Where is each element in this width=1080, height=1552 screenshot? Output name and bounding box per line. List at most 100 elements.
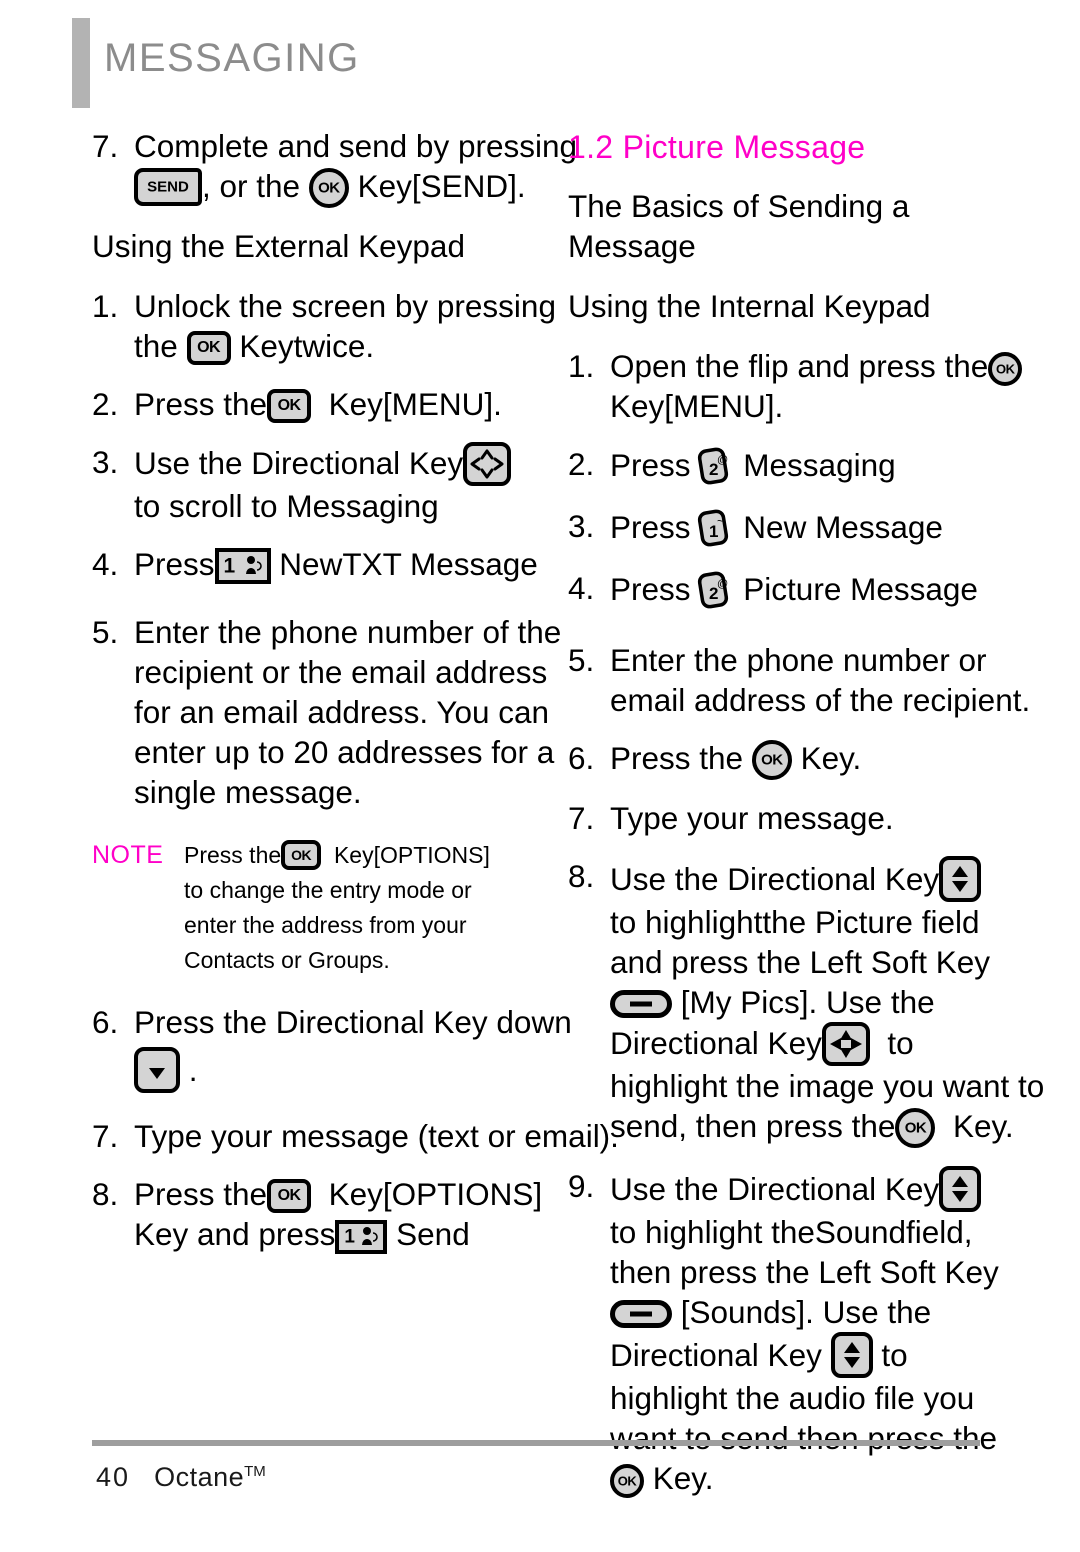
- step-text: Key and press: [134, 1216, 336, 1252]
- svg-text:@: @: [717, 578, 728, 590]
- ok-key-icon: OK: [895, 1108, 936, 1148]
- step-text: Key.: [652, 1460, 714, 1496]
- list-number: 7.: [92, 128, 119, 164]
- directional-key-updown-icon: [939, 856, 982, 902]
- step-line: highlight the image you want to: [610, 1068, 1045, 1104]
- step-text: Use the Directional Key: [134, 445, 464, 481]
- step-line: highlight the audio file you: [610, 1380, 975, 1416]
- step-text: Key: [328, 1176, 383, 1212]
- directional-key-4way-icon: [821, 1022, 870, 1066]
- list-number: 8.: [92, 1176, 119, 1212]
- step-line: to scroll to Messaging: [134, 486, 558, 526]
- step-text: Press: [610, 447, 691, 483]
- step-text: Messaging: [286, 488, 439, 524]
- step-text: New: [279, 546, 343, 582]
- step-line: Directional Key to: [610, 1332, 1038, 1378]
- step-line: Press 2 @ Messaging: [610, 444, 1038, 488]
- step-line: Press the OK Key[MENU].: [134, 384, 558, 424]
- step-text: Use the Directional Key: [610, 1171, 940, 1207]
- step-line: Open the flip and press the OK: [610, 346, 1038, 386]
- step-line: Press 1 ~ New Message: [610, 506, 1038, 550]
- step-line: Type your message (text or email).: [134, 1118, 619, 1154]
- step-line: Use the Directional Key: [610, 1166, 1038, 1212]
- numeric-key-2-icon: 2 @: [691, 568, 735, 612]
- step-line: Press 2 @ Picture Message: [610, 568, 1038, 612]
- left-column: 7. Complete and send by pressing SEND, o…: [92, 126, 619, 1272]
- step-line: [My Pics]. Use the: [610, 982, 1038, 1022]
- list-number: 7.: [568, 800, 595, 836]
- step-text: Press: [610, 571, 691, 607]
- ok-key-icon: OK: [281, 840, 322, 870]
- step-text: the: [134, 328, 178, 364]
- note-line: Press the OK Key[OPTIONS]: [184, 838, 558, 873]
- list-item: 7. Type your message (text or email).: [92, 1116, 619, 1156]
- step-text: to highlight the: [610, 1214, 815, 1250]
- step-line: OK Key.: [610, 1458, 1038, 1498]
- step-line: email address of the recipient.: [610, 682, 1031, 718]
- step-line: Press 1 NewTXT Message: [134, 544, 558, 584]
- step-line: Enter the phone number or: [610, 642, 987, 678]
- step-text: Key: [610, 388, 665, 424]
- step-text: the Picture field: [762, 904, 980, 940]
- list-number: 4.: [568, 570, 595, 606]
- note-text: Press the: [184, 842, 282, 868]
- list-item: 3. Use the Directional Key to scroll to …: [92, 442, 558, 526]
- step-line: want to send then press the: [610, 1420, 997, 1456]
- step-line: single message.: [134, 774, 362, 810]
- svg-text:~: ~: [717, 514, 724, 528]
- list-item: 4. Press 2 @ Picture Message: [568, 568, 1038, 612]
- list-item: 7. Complete and send by pressing SEND, o…: [92, 126, 577, 208]
- list-number: 5.: [568, 642, 595, 678]
- step-line: Directional Key to: [610, 1022, 1038, 1066]
- step-text: [Sounds].: [680, 1294, 814, 1330]
- heading-basics: The Basics of Sending a Message: [568, 188, 910, 264]
- step-text: Press the: [134, 1176, 268, 1212]
- step-text: [My Pics].: [680, 984, 818, 1020]
- step-text: Sound: [814, 1214, 906, 1250]
- step-line: for an email address. You can: [134, 694, 550, 730]
- list-item: 6. Press the Directional Key down .: [92, 1002, 572, 1098]
- step-text: [SEND].: [411, 168, 526, 204]
- note-label: NOTE: [92, 841, 164, 869]
- list-number: 2.: [568, 446, 595, 482]
- page-title: MESSAGING: [104, 36, 360, 80]
- step-text: Messaging: [743, 447, 896, 483]
- directional-key-down-icon: [134, 1047, 180, 1093]
- list-number: 1.: [568, 348, 595, 384]
- list-number: 2.: [92, 386, 119, 422]
- numeric-key-1-voicemail-icon: 1: [214, 548, 271, 584]
- footer-divider: [92, 1440, 980, 1446]
- list-item: 2. Press the OK Key[MENU].: [92, 384, 558, 424]
- step-line: Type your message.: [610, 800, 894, 836]
- step-line: recipient or the email address: [134, 654, 548, 690]
- list-number: 9.: [568, 1168, 595, 1204]
- step-line: send, then press the OK Key.: [610, 1106, 1038, 1148]
- left-soft-key-icon: [610, 1300, 672, 1328]
- trademark-symbol: TM: [244, 1463, 266, 1480]
- page-header: MESSAGING: [0, 0, 1080, 118]
- step-text: to highlight: [610, 904, 763, 940]
- ok-key-icon: OK: [267, 1179, 312, 1213]
- list-number: 3.: [92, 444, 119, 480]
- step-text: [OPTIONS]: [382, 1176, 543, 1212]
- list-number: 6.: [92, 1004, 119, 1040]
- right-column: 1.2 Picture Message The Basics of Sendin…: [568, 126, 1045, 1516]
- ok-key-icon: OK: [308, 168, 349, 208]
- step-text: Key: [239, 328, 294, 364]
- note-text: Key: [333, 842, 374, 868]
- step-text: .: [188, 1052, 198, 1088]
- step-text: Send: [396, 1216, 470, 1252]
- list-number: 7.: [92, 1118, 119, 1154]
- step-line: to highlightthe Picture field: [610, 902, 1038, 942]
- send-key-icon: SEND: [134, 168, 202, 206]
- step-line: .: [134, 1042, 558, 1098]
- list-item: 8. Use the Directional Key to highlightt…: [568, 856, 1045, 1148]
- step-line: to highlight theSoundfield,: [610, 1212, 1038, 1252]
- note-block: NOTE Press the OK Key[OPTIONS] to change …: [92, 838, 558, 978]
- list-item: 4. Press 1 NewTXT Message: [92, 544, 558, 584]
- step-text: TXT Message: [342, 546, 538, 582]
- note-line: to change the entry mode or: [184, 877, 472, 903]
- numeric-key-1-voicemail-icon: 1: [335, 1220, 388, 1254]
- step-text: to: [881, 1337, 908, 1373]
- step-line: SEND, or the OK Key[SEND].: [134, 166, 558, 208]
